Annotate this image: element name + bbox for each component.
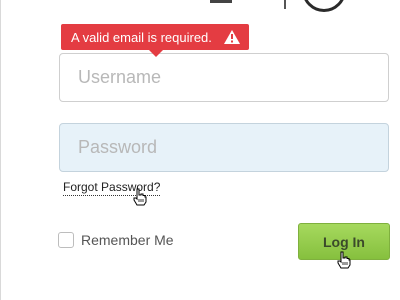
login-page: A valid email is required. Forgot Passwo… <box>0 0 400 300</box>
remember-me-checkbox[interactable] <box>58 232 74 248</box>
hand-pointer-icon <box>133 188 147 206</box>
password-input[interactable] <box>59 123 389 172</box>
remember-me-label: Remember Me <box>81 232 174 248</box>
error-message: A valid email is required. <box>71 29 212 45</box>
circle-logo-icon[interactable] <box>302 0 346 12</box>
email-error-tooltip: A valid email is required. <box>61 24 249 57</box>
warning-triangle-icon <box>224 30 240 44</box>
panel-edge-divider <box>0 0 1 300</box>
username-input[interactable] <box>59 53 389 102</box>
header-underline <box>210 0 232 3</box>
remember-me-option[interactable]: Remember Me <box>58 232 174 248</box>
header-divider <box>284 0 286 9</box>
hand-pointer-icon <box>337 251 351 269</box>
tooltip-arrow <box>149 50 163 57</box>
